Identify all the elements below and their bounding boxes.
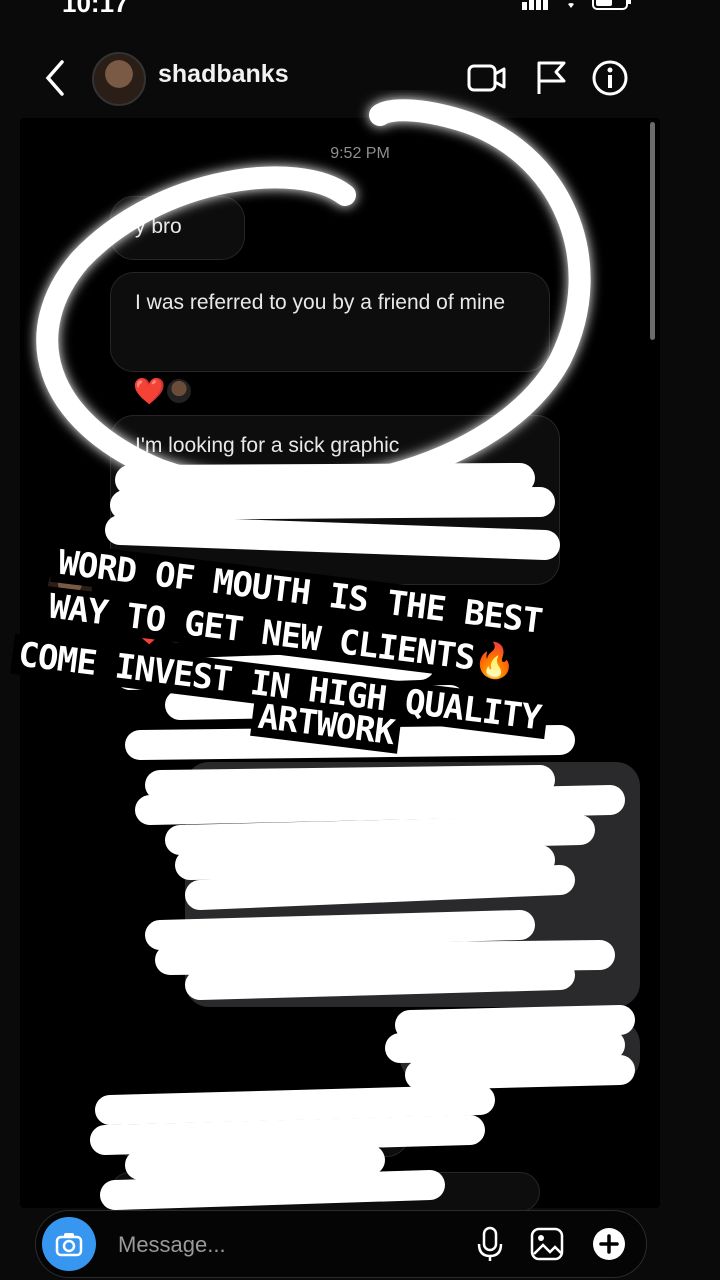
- status-bar: 10:17: [0, 0, 720, 20]
- camera-button[interactable]: [42, 1217, 96, 1271]
- info-icon[interactable]: [590, 58, 630, 98]
- microphone-icon[interactable]: [471, 1225, 509, 1263]
- chat-header: shadbanks: [0, 40, 720, 115]
- username[interactable]: shadbanks: [158, 60, 289, 89]
- add-icon[interactable]: [590, 1225, 628, 1263]
- battery-icon: [592, 0, 631, 10]
- message-reaction[interactable]: ❤️: [133, 376, 192, 406]
- message-bubble[interactable]: [400, 1020, 640, 1082]
- message-bubble[interactable]: [110, 1172, 540, 1212]
- heart-icon: ❤️: [133, 376, 166, 406]
- avatar[interactable]: [92, 52, 146, 106]
- reactor-avatar: [167, 379, 192, 403]
- video-call-icon[interactable]: [466, 58, 506, 98]
- camera-icon: [55, 1233, 83, 1257]
- flag-icon[interactable]: [532, 58, 572, 98]
- message-bubble[interactable]: I was referred to you by a friend of min…: [110, 272, 550, 372]
- status-icons: [522, 0, 632, 10]
- message-bubble[interactable]: y bro: [110, 196, 245, 260]
- message-bubble[interactable]: [110, 1095, 410, 1157]
- status-time: 10:17: [62, 0, 129, 18]
- message-composer: [35, 1210, 647, 1278]
- message-timestamp: 9:52 PM: [330, 145, 390, 162]
- back-chevron-icon[interactable]: [40, 58, 70, 98]
- gallery-icon[interactable]: [528, 1225, 566, 1263]
- message-input[interactable]: [116, 1229, 420, 1261]
- wifi-icon: [563, 0, 579, 8]
- signal-icon: [522, 0, 548, 10]
- partial-message-text: Animated Story Fl: [212, 956, 379, 979]
